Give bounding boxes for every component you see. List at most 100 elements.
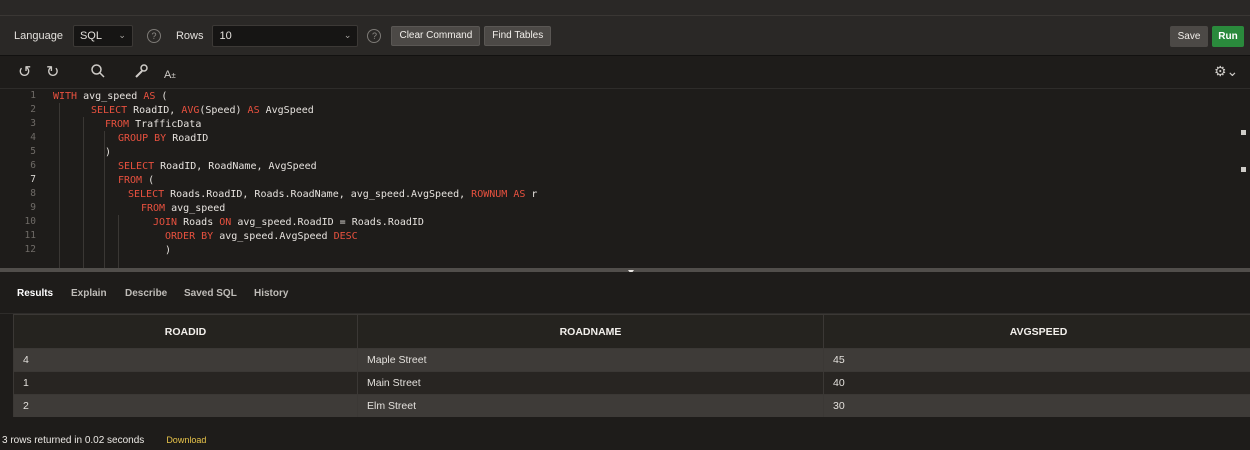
- code-line[interactable]: FROM (: [118, 174, 154, 188]
- tab-results[interactable]: Results: [17, 288, 53, 299]
- code-text: avg_speed.RoadID = Roads.RoadID: [231, 217, 424, 228]
- indent-guide: [59, 103, 60, 270]
- line-number: 4: [30, 132, 36, 143]
- code-text: avg_speed: [165, 203, 226, 214]
- line-number: 11: [24, 230, 36, 241]
- line-number: 7: [30, 174, 36, 185]
- line-number-gutter: 1 2 3 4 5 6 7 8 9 10 11 12: [0, 89, 40, 270]
- indent-guide: [83, 117, 84, 270]
- rows-help-icon[interactable]: ?: [367, 28, 382, 43]
- code-text: (: [142, 175, 155, 186]
- code-line[interactable]: ): [165, 244, 171, 258]
- code-line[interactable]: ): [105, 146, 111, 160]
- language-value: SQL: [79, 29, 102, 42]
- code-line[interactable]: JOIN Roads ON avg_speed.RoadID = Roads.R…: [153, 216, 424, 230]
- line-number: 6: [30, 160, 36, 171]
- rows-select[interactable]: 10 ⌄: [212, 24, 359, 47]
- language-select[interactable]: SQL ⌄: [72, 24, 133, 47]
- table-cell: 2: [13, 395, 358, 417]
- code-line[interactable]: SELECT Roads.RoadID, Roads.RoadName, avg…: [128, 188, 537, 202]
- wrench-icon[interactable]: [133, 63, 149, 85]
- line-number: 10: [24, 216, 36, 227]
- font-size-icon[interactable]: A±: [164, 65, 176, 86]
- sql-keyword: WITH: [53, 91, 78, 102]
- sql-keyword: AS: [143, 91, 156, 102]
- result-tabs: Results Explain Describe Saved SQL Histo…: [0, 272, 1250, 314]
- search-icon[interactable]: [90, 63, 106, 85]
- table-cell: 40: [824, 372, 1250, 394]
- chevron-down-icon: ⌄: [343, 30, 352, 40]
- column-header-avgspeed[interactable]: AVGSPEED: [824, 315, 1250, 348]
- code-line[interactable]: SELECT RoadID, RoadName, AvgSpeed: [118, 160, 317, 174]
- code-text: RoadID, RoadName, AvgSpeed: [154, 161, 317, 172]
- sql-keyword: AS: [513, 189, 526, 200]
- tab-saved-sql[interactable]: Saved SQL: [184, 288, 237, 299]
- table-row: 4 Maple Street 45: [13, 348, 1250, 371]
- code-text: Roads.RoadID, Roads.RoadName, avg_speed.…: [164, 189, 472, 200]
- window-top-strip: [0, 0, 1250, 16]
- sql-editor[interactable]: 1 2 3 4 5 6 7 8 9 10 11 12 WITH avg_speed AS (SELEC…: [0, 89, 1250, 270]
- sql-keyword: AVG: [181, 105, 200, 116]
- sql-keyword: GROUP BY: [118, 133, 167, 144]
- sql-keyword: SELECT: [128, 189, 165, 200]
- scroll-marker: [1241, 167, 1246, 172]
- sql-keyword: SELECT: [91, 105, 128, 116]
- tab-history[interactable]: History: [254, 288, 288, 299]
- column-header-roadid[interactable]: ROADID: [13, 315, 358, 348]
- redo-icon[interactable]: ↻: [46, 63, 59, 83]
- code-line[interactable]: WITH avg_speed AS (: [53, 90, 167, 104]
- line-number: 8: [30, 188, 36, 199]
- table-row: 1 Main Street 40: [13, 371, 1250, 394]
- language-label: Language: [14, 29, 63, 42]
- language-help-icon[interactable]: ?: [146, 28, 161, 43]
- code-line[interactable]: GROUP BY RoadID: [118, 132, 208, 146]
- table-cell: 1: [13, 372, 358, 394]
- line-number: 2: [30, 104, 36, 115]
- results-table: ROADID ROADNAME AVGSPEED 4 Maple Street …: [13, 314, 1250, 417]
- tab-describe[interactable]: Describe: [125, 288, 167, 299]
- code-text: ): [105, 147, 112, 158]
- code-line[interactable]: ORDER BY avg_speed.AvgSpeed DESC: [165, 230, 358, 244]
- rows-value: 10: [219, 29, 232, 42]
- undo-icon[interactable]: ↺: [18, 63, 31, 83]
- sql-keyword: SELECT: [118, 161, 155, 172]
- clear-command-button[interactable]: Clear Command: [391, 25, 481, 46]
- code-line[interactable]: FROM avg_speed: [141, 202, 225, 216]
- scroll-marker: [1241, 130, 1246, 135]
- code-text: ): [165, 245, 172, 256]
- sql-keyword: ON: [219, 217, 232, 228]
- code-text: (Speed): [199, 105, 248, 116]
- line-number: 3: [30, 118, 36, 129]
- line-number: 9: [30, 202, 36, 213]
- save-button[interactable]: Save: [1170, 26, 1208, 47]
- table-cell: Main Street: [358, 372, 824, 394]
- code-text: AvgSpeed: [259, 105, 314, 116]
- table-cell: Elm Street: [358, 395, 824, 417]
- line-number: 1: [30, 90, 36, 101]
- sql-keyword: ROWNUM: [471, 189, 508, 200]
- chevron-down-icon: ⌄: [118, 30, 126, 40]
- run-button[interactable]: Run: [1212, 26, 1244, 47]
- code-line[interactable]: FROM TrafficData: [105, 118, 201, 132]
- download-link[interactable]: Download: [166, 435, 206, 445]
- table-header-row: ROADID ROADNAME AVGSPEED: [13, 314, 1250, 348]
- sql-keyword: ORDER BY: [165, 231, 214, 242]
- sql-keyword: FROM: [141, 203, 166, 214]
- code-line[interactable]: SELECT RoadID, AVG(Speed) AS AvgSpeed: [91, 104, 314, 118]
- tab-explain[interactable]: Explain: [71, 288, 107, 299]
- column-header-roadname[interactable]: ROADNAME: [358, 315, 824, 348]
- results-footer: 3 rows returned in 0.02 seconds Download: [0, 430, 1250, 450]
- sql-keyword: AS: [247, 105, 260, 116]
- line-number: 12: [24, 244, 36, 255]
- gear-icon[interactable]: ⚙⌄: [1214, 63, 1238, 80]
- code-text: TrafficData: [129, 119, 202, 130]
- code-text: avg_speed: [77, 91, 144, 102]
- line-number: 5: [30, 146, 36, 157]
- indent-guide: [118, 215, 119, 270]
- editor-toolbar: ↺ ↻ A±: [0, 57, 1250, 89]
- code-text: RoadID,: [127, 105, 182, 116]
- table-row: 2 Elm Street 30: [13, 394, 1250, 417]
- table-cell: 45: [824, 349, 1250, 371]
- find-tables-button[interactable]: Find Tables: [484, 25, 552, 46]
- code-text: (: [155, 91, 168, 102]
